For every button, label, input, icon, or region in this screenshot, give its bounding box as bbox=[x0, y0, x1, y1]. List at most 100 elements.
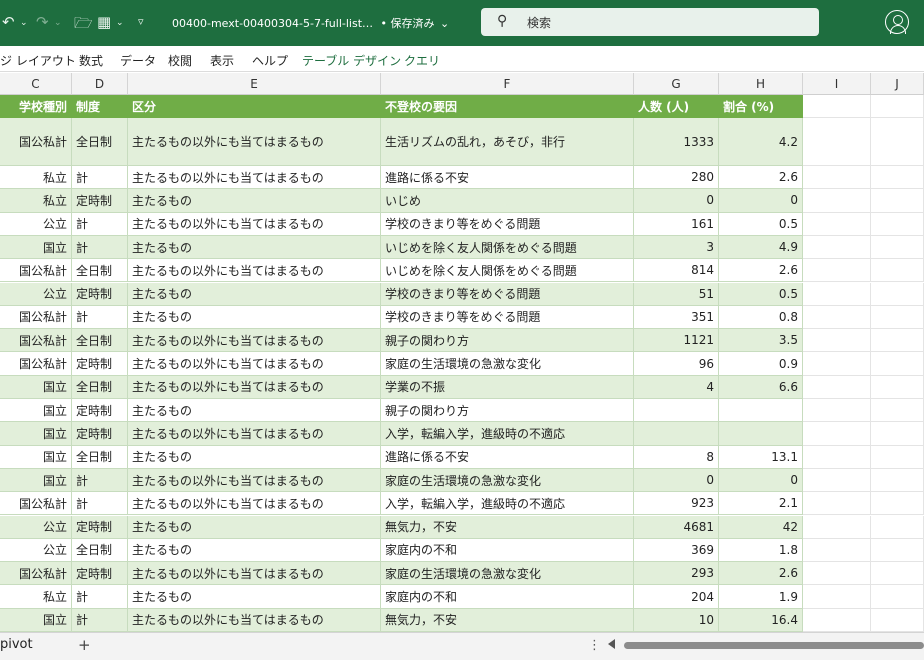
cell-category[interactable]: 主たるもの bbox=[128, 538, 381, 563]
cell-reason[interactable]: 家庭内の不和 bbox=[381, 585, 634, 609]
cell-system[interactable]: 計 bbox=[72, 608, 128, 632]
cell-ratio[interactable]: 0.5 bbox=[719, 212, 803, 236]
undo-dropdown-icon[interactable]: ⌄ bbox=[20, 18, 28, 28]
cell-school-type[interactable]: 公立 bbox=[0, 282, 72, 306]
cell-reason[interactable]: 生活リズムの乱れ，あそび，非行 bbox=[381, 118, 634, 166]
column-header-i[interactable]: I bbox=[803, 73, 871, 95]
cell-ratio[interactable]: 13.1 bbox=[719, 445, 803, 469]
cell-school-type[interactable]: 私立 bbox=[0, 166, 72, 190]
empty-cell[interactable] bbox=[803, 375, 871, 399]
cell-system[interactable]: 全日制 bbox=[72, 375, 128, 399]
empty-cell[interactable] bbox=[803, 399, 871, 423]
header-cell-category[interactable]: 区分 bbox=[128, 95, 381, 118]
column-header-g[interactable]: G bbox=[634, 73, 719, 95]
cell-reason[interactable]: 進路に係る不安 bbox=[381, 166, 634, 190]
column-header-d[interactable]: D bbox=[72, 73, 128, 95]
cell-category[interactable]: 主たるもの bbox=[128, 189, 381, 213]
empty-cell[interactable] bbox=[803, 608, 871, 632]
cell-reason[interactable]: 親子の関わり方 bbox=[381, 399, 634, 423]
cell-school-type[interactable]: 国立 bbox=[0, 468, 72, 493]
cell-category[interactable]: 主たるもの bbox=[128, 305, 381, 330]
cell-school-type[interactable]: 国公私計 bbox=[0, 305, 72, 330]
empty-cell[interactable] bbox=[871, 422, 924, 446]
cell-system[interactable]: 定時制 bbox=[72, 422, 128, 446]
cell-reason[interactable]: 学校のきまり等をめぐる問題 bbox=[381, 212, 634, 236]
cell-school-type[interactable]: 国立 bbox=[0, 375, 72, 399]
column-header-f[interactable]: F bbox=[381, 73, 634, 95]
search-box[interactable]: ⚲ 検索 bbox=[481, 8, 819, 36]
cell-ratio[interactable]: 6.6 bbox=[719, 375, 803, 399]
cell-ratio[interactable]: 1.9 bbox=[719, 585, 803, 609]
cell-count[interactable]: 293 bbox=[634, 562, 719, 586]
empty-cell[interactable] bbox=[803, 329, 871, 353]
cell-ratio[interactable]: 2.6 bbox=[719, 166, 803, 190]
horizontal-scrollbar[interactable] bbox=[624, 642, 924, 649]
form-icon[interactable]: ▦ bbox=[97, 13, 111, 31]
cell-ratio[interactable]: 16.4 bbox=[719, 608, 803, 632]
add-sheet-button[interactable]: + bbox=[78, 636, 91, 654]
cell-count[interactable]: 4681 bbox=[634, 515, 719, 539]
cell-school-type[interactable]: 国公私計 bbox=[0, 259, 72, 283]
cell-category[interactable]: 主たるもの bbox=[128, 445, 381, 469]
cell-category[interactable]: 主たるもの以外にも当てはまるもの bbox=[128, 608, 381, 632]
empty-cell[interactable] bbox=[871, 212, 924, 236]
cell-ratio[interactable]: 0 bbox=[719, 468, 803, 493]
cell-count[interactable] bbox=[634, 422, 719, 446]
empty-cell[interactable] bbox=[803, 95, 871, 118]
cell-ratio[interactable] bbox=[719, 422, 803, 446]
cell-school-type[interactable]: 国公私計 bbox=[0, 562, 72, 586]
cell-category[interactable]: 主たるもの bbox=[128, 515, 381, 539]
cell-reason[interactable]: 家庭の生活環境の急激な変化 bbox=[381, 562, 634, 586]
cell-school-type[interactable]: 私立 bbox=[0, 189, 72, 213]
cell-school-type[interactable]: 国立 bbox=[0, 608, 72, 632]
cell-school-type[interactable]: 国公私計 bbox=[0, 492, 72, 516]
cell-count[interactable]: 814 bbox=[634, 259, 719, 283]
cell-system[interactable]: 定時制 bbox=[72, 562, 128, 586]
cell-count[interactable]: 369 bbox=[634, 538, 719, 563]
empty-cell[interactable] bbox=[871, 562, 924, 586]
empty-cell[interactable] bbox=[871, 329, 924, 353]
header-cell-count[interactable]: 人数 (人) bbox=[634, 95, 719, 118]
cell-reason[interactable]: 親子の関わり方 bbox=[381, 329, 634, 353]
cell-reason[interactable]: 入学，転編入学，進級時の不適応 bbox=[381, 422, 634, 446]
cell-school-type[interactable]: 国立 bbox=[0, 235, 72, 260]
empty-cell[interactable] bbox=[803, 468, 871, 493]
empty-cell[interactable] bbox=[871, 166, 924, 190]
header-cell-school-type[interactable]: 学校種別 bbox=[0, 95, 72, 118]
cell-count[interactable] bbox=[634, 399, 719, 423]
cell-count[interactable]: 280 bbox=[634, 166, 719, 190]
cell-system[interactable]: 全日制 bbox=[72, 329, 128, 353]
cell-ratio[interactable]: 2.1 bbox=[719, 492, 803, 516]
empty-cell[interactable] bbox=[803, 422, 871, 446]
cell-count[interactable]: 0 bbox=[634, 468, 719, 493]
tab-table-design[interactable]: テーブル デザイン bbox=[302, 52, 401, 69]
cell-category[interactable]: 主たるもの以外にも当てはまるもの bbox=[128, 329, 381, 353]
column-header-e[interactable]: E bbox=[128, 73, 381, 95]
cell-system[interactable]: 定時制 bbox=[72, 189, 128, 213]
cell-ratio[interactable]: 0.8 bbox=[719, 305, 803, 330]
empty-cell[interactable] bbox=[871, 515, 924, 539]
cell-ratio[interactable]: 2.6 bbox=[719, 259, 803, 283]
cell-school-type[interactable]: 国公私計 bbox=[0, 352, 72, 376]
customize-toolbar-icon[interactable]: ▿ bbox=[138, 15, 144, 28]
empty-cell[interactable] bbox=[803, 259, 871, 283]
open-folder-icon[interactable]: 🗁 bbox=[74, 13, 93, 38]
cell-category[interactable]: 主たるもの以外にも当てはまるもの bbox=[128, 259, 381, 283]
tab-page-layout[interactable]: ジ レイアウト bbox=[0, 52, 76, 69]
document-title[interactable]: 00400-mext-00400304-5-7-full-list… • 保存済… bbox=[172, 15, 449, 31]
cell-school-type[interactable]: 公立 bbox=[0, 538, 72, 563]
empty-cell[interactable] bbox=[871, 492, 924, 516]
cell-reason[interactable]: 学校のきまり等をめぐる問題 bbox=[381, 282, 634, 306]
cell-ratio[interactable]: 42 bbox=[719, 515, 803, 539]
empty-cell[interactable] bbox=[803, 212, 871, 236]
tab-view[interactable]: 表示 bbox=[210, 52, 234, 69]
cell-ratio[interactable]: 0.9 bbox=[719, 352, 803, 376]
empty-cell[interactable] bbox=[871, 468, 924, 493]
empty-cell[interactable] bbox=[803, 445, 871, 469]
cell-category[interactable]: 主たるもの以外にも当てはまるもの bbox=[128, 118, 381, 166]
account-avatar-icon[interactable] bbox=[885, 10, 909, 34]
cell-category[interactable]: 主たるもの以外にも当てはまるもの bbox=[128, 562, 381, 586]
cell-category[interactable]: 主たるもの以外にも当てはまるもの bbox=[128, 468, 381, 493]
cell-reason[interactable]: 家庭の生活環境の急激な変化 bbox=[381, 352, 634, 376]
empty-cell[interactable] bbox=[803, 189, 871, 213]
